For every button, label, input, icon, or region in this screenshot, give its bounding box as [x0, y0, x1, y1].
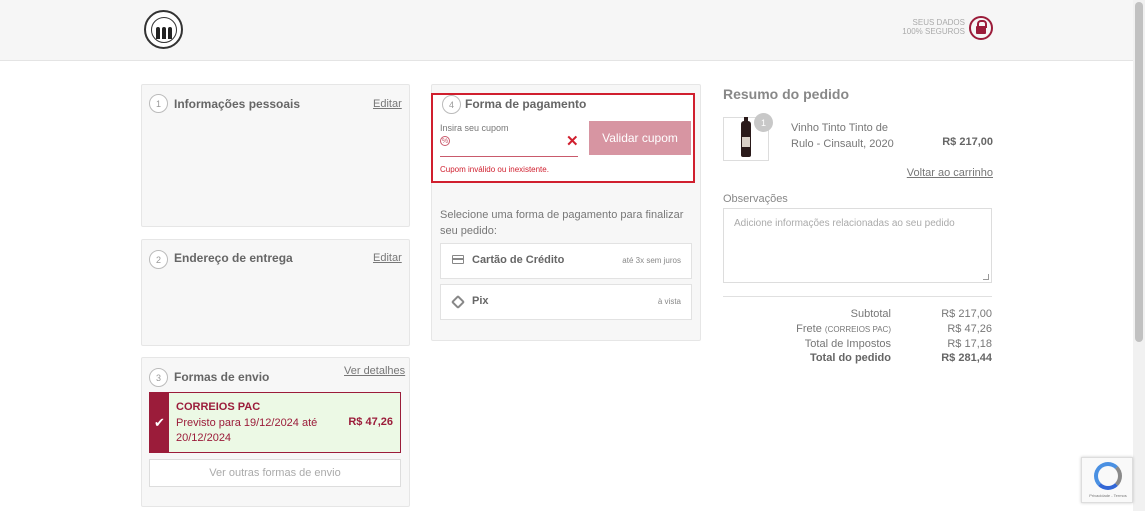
back-to-cart-link[interactable]: Voltar ao carrinho: [907, 167, 993, 179]
freight-label: Frete: [796, 323, 822, 335]
secure-line-2: 100% SEGUROS: [902, 27, 965, 36]
subtotal-row: Subtotal R$ 217,00: [723, 308, 992, 322]
pix-icon: [450, 294, 466, 310]
total-value: R$ 281,44: [941, 352, 992, 364]
recaptcha-badge[interactable]: Privacidade - Termos: [1081, 457, 1133, 503]
shipping-methods-title: Formas de envio: [174, 370, 270, 384]
quantity-badge: 1: [754, 113, 773, 132]
selected-shipping-option[interactable]: ✔ CORREIOS PAC Previsto para 19/12/2024 …: [149, 392, 401, 453]
check-icon: ✔: [150, 393, 169, 452]
page-scrollbar[interactable]: [1133, 0, 1145, 511]
shipping-details-link[interactable]: Ver detalhes: [344, 365, 405, 377]
secure-data-notice: SEUS DADOS 100% SEGUROS: [895, 18, 965, 36]
freight-label-group: Frete (CORREIOS PAC): [796, 323, 891, 335]
clear-coupon-icon[interactable]: ✕: [566, 132, 579, 150]
payment-option-name: Cartão de Crédito: [472, 254, 565, 266]
discount-icon: %: [440, 136, 450, 146]
product-price: R$ 217,00: [942, 136, 993, 148]
coupon-input[interactable]: [454, 134, 562, 152]
winery-logo-icon[interactable]: [144, 10, 183, 49]
delivery-address-title: Endereço de entrega: [174, 251, 293, 265]
observations-textarea[interactable]: Adicione informações relacionadas ao seu…: [723, 208, 992, 283]
wine-bottle-icon: [741, 117, 751, 157]
recaptcha-links[interactable]: Privacidade - Termos: [1084, 493, 1132, 498]
step-number-2: 2: [149, 250, 168, 269]
edit-personal-info-link[interactable]: Editar: [373, 98, 402, 110]
freight-row: Frete (CORREIOS PAC) R$ 47,26: [723, 323, 992, 337]
recaptcha-icon: [1094, 462, 1122, 490]
validate-coupon-button[interactable]: Validar cupom: [589, 121, 691, 155]
payment-option-note: à vista: [657, 297, 681, 306]
site-header: SEUS DADOS 100% SEGUROS: [0, 0, 1133, 61]
shipping-price: R$ 47,26: [348, 416, 393, 428]
payment-option-credit-card[interactable]: Cartão de Crédito até 3x sem juros: [440, 243, 692, 279]
secure-line-1: SEUS DADOS: [912, 18, 965, 27]
shipping-name: CORREIOS PAC: [176, 401, 261, 413]
payment-option-note: até 3x sem juros: [622, 256, 681, 265]
total-label: Total do pedido: [809, 352, 891, 364]
scrollbar-thumb[interactable]: [1135, 2, 1143, 342]
edit-address-link[interactable]: Editar: [373, 252, 402, 264]
personal-info-title: Informações pessoais: [174, 97, 301, 111]
coupon-error-message: Cupom inválido ou inexistente.: [440, 165, 549, 174]
product-name: Vinho Tinto Tinto de Rulo - Cinsault, 20…: [791, 122, 894, 150]
other-shipping-options-button[interactable]: Ver outras formas de envio: [149, 459, 401, 487]
freight-value: R$ 47,26: [947, 323, 992, 335]
payment-title: Forma de pagamento: [465, 97, 587, 111]
observations-placeholder: Adicione informações relacionadas ao seu…: [734, 218, 955, 229]
subtotal-label: Subtotal: [850, 308, 891, 320]
lock-icon: [969, 16, 993, 40]
step-number-4: 4: [442, 95, 461, 114]
step-number-3: 3: [149, 368, 168, 387]
payment-option-pix[interactable]: Pix à vista: [440, 284, 692, 320]
credit-card-icon: [452, 255, 464, 264]
coupon-input-label: Insira seu cupom: [440, 123, 509, 133]
coupon-underline: [440, 156, 578, 157]
taxes-row: Total de Impostos R$ 17,18: [723, 338, 992, 352]
summary-divider: [723, 296, 992, 297]
order-summary-title: Resumo do pedido: [723, 86, 849, 102]
freight-carrier: (CORREIOS PAC): [824, 325, 891, 334]
total-row: Total do pedido R$ 281,44: [723, 352, 992, 366]
observations-label: Observações: [723, 193, 788, 205]
taxes-label: Total de Impostos: [804, 338, 891, 350]
subtotal-value: R$ 217,00: [941, 308, 992, 320]
step-number-1: 1: [149, 94, 168, 113]
shipping-estimate: Previsto para 19/12/2024 até 20/12/2024: [176, 417, 318, 444]
taxes-value: R$ 17,18: [947, 338, 992, 350]
resize-handle-icon[interactable]: [983, 274, 989, 280]
payment-option-name: Pix: [472, 295, 489, 307]
payment-prompt: Selecione uma forma de pagamento para fi…: [440, 209, 684, 237]
